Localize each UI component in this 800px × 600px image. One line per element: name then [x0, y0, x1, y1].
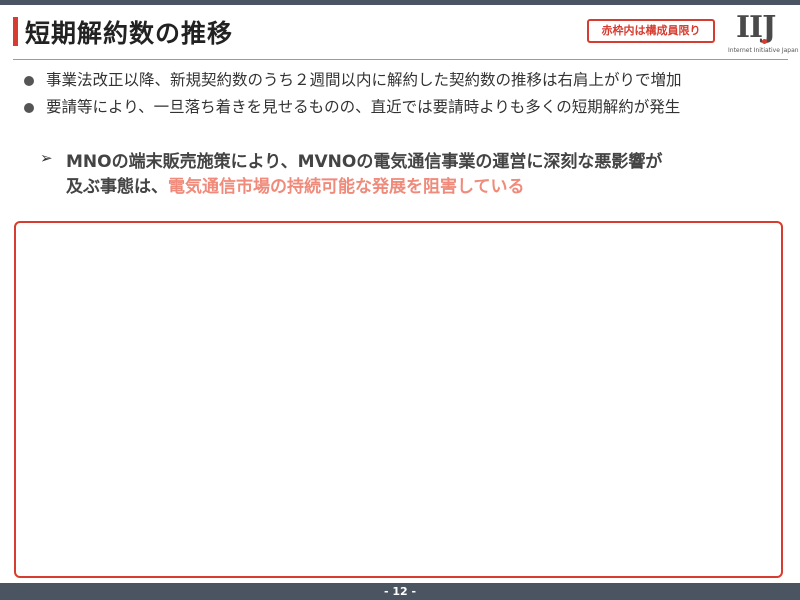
page-number: - 12 - — [383, 585, 417, 598]
confidential-badge: 赤枠内は構成員限り — [587, 19, 715, 43]
page-title: 短期解約数の推移 — [25, 19, 234, 48]
key-message-plain: 及ぶ事態は、 — [66, 177, 168, 197]
bullet-dot-icon — [24, 103, 34, 113]
logo-mark: IIJ — [736, 10, 776, 45]
header-divider — [13, 59, 788, 60]
title-accent-bar — [13, 17, 18, 46]
footer-bar: - 12 - — [0, 583, 800, 600]
key-message-line-1: MNOの端末販売施策により、MVNOの電気通信事業の運営に深刻な悪影響が — [66, 152, 663, 172]
logo-subtitle: Internet Initiative Japan — [728, 47, 799, 54]
bullet-item: 要請等により、一旦落ち着きを見せるものの、直近では要請時よりも多くの短期解約が発… — [22, 94, 792, 121]
key-message-line-2: 及ぶ事態は、電気通信市場の持続可能な発展を阻害している — [66, 174, 525, 200]
top-strip — [0, 0, 800, 5]
bullet-dot-icon — [24, 76, 34, 86]
bullet-text: 要請等により、一旦落ち着きを見せるものの、直近では要請時よりも多くの短期解約が発… — [46, 98, 681, 116]
logo-dot — [762, 39, 767, 44]
bullet-text: 事業法改正以降、新規契約数のうち２週間以内に解約した契約数の推移は右肩上がりで増… — [46, 71, 682, 89]
bullet-item: 事業法改正以降、新規契約数のうち２週間以内に解約した契約数の推移は右肩上がりで増… — [22, 67, 792, 94]
arrow-bullet-icon: ➢ — [40, 149, 53, 167]
key-message-highlight: 電気通信市場の持続可能な発展を阻害している — [168, 177, 525, 197]
iij-logo: IIJ Internet Initiative Japan — [728, 10, 799, 60]
confidential-content-frame — [14, 221, 783, 578]
bullet-list: 事業法改正以降、新規契約数のうち２週間以内に解約した契約数の推移は右肩上がりで増… — [22, 67, 792, 121]
